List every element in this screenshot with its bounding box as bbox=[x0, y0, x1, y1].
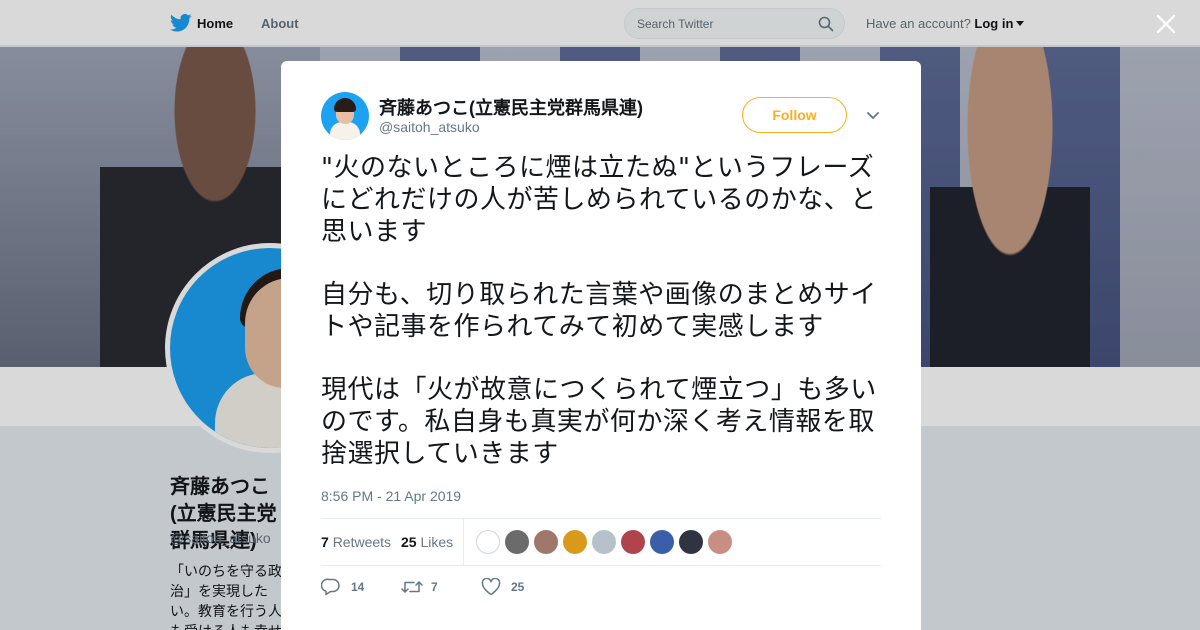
tweet-paragraph: 自分も、切り取られた言葉や画像のまとめサイトや記事を作られてみて初めて実感します bbox=[321, 280, 877, 342]
tweet-stats: 7 Retweets 25 Likes bbox=[321, 519, 881, 565]
tweet-paragraph: 現代は「火が故意につくられて煙立つ」も多いのです。私自身も真実が何か深く考え情報… bbox=[321, 375, 877, 469]
heart-icon bbox=[481, 578, 501, 596]
tweet-text: "火のないところに煙は立たぬ"というフレーズにどれだけの人が苦しめられているのか… bbox=[321, 152, 886, 501]
avatar-hair bbox=[334, 98, 356, 112]
divider bbox=[321, 565, 881, 566]
tweet-paragraph: "火のないところに煙は立たぬ"というフレーズにどれだけの人が苦しめられているのか… bbox=[321, 153, 877, 247]
liker-avatar[interactable] bbox=[650, 530, 674, 554]
liker-avatar[interactable] bbox=[476, 530, 500, 554]
liker-avatar[interactable] bbox=[505, 530, 529, 554]
follow-button[interactable]: Follow bbox=[742, 97, 847, 133]
liker-avatar[interactable] bbox=[534, 530, 558, 554]
chevron-down-icon[interactable] bbox=[866, 111, 880, 121]
reply-count: 14 bbox=[351, 580, 365, 594]
tweet-author-avatar[interactable] bbox=[321, 92, 369, 140]
tweet-modal: 斉藤あつこ(立憲民主党群馬県連) @saitoh_atsuko Follow "… bbox=[281, 61, 921, 630]
retweet-count: 7 bbox=[431, 580, 438, 594]
retweet-icon bbox=[401, 581, 423, 593]
retweets-count: 7 bbox=[321, 534, 329, 550]
likes-stat[interactable]: 25 Likes bbox=[401, 534, 453, 550]
liker-avatar[interactable] bbox=[679, 530, 703, 554]
tweet-author-handle[interactable]: @saitoh_atsuko bbox=[379, 119, 480, 135]
tweet-author-name[interactable]: 斉藤あつこ(立憲民主党群馬県連) bbox=[379, 94, 643, 120]
close-icon[interactable] bbox=[1156, 14, 1176, 34]
reply-icon bbox=[321, 578, 340, 596]
retweet-stat[interactable]: 7 Retweets bbox=[321, 534, 391, 550]
liker-avatar[interactable] bbox=[563, 530, 587, 554]
avatar-body bbox=[330, 122, 360, 140]
likes-label: Likes bbox=[420, 534, 454, 550]
tweet-timestamp[interactable]: 8:56 PM - 21 Apr 2019 bbox=[321, 488, 461, 504]
tweet-actions: 14 7 25 bbox=[321, 576, 881, 598]
liker-avatar[interactable] bbox=[708, 530, 732, 554]
retweets-label: Retweets bbox=[332, 534, 392, 550]
like-count: 25 bbox=[511, 580, 525, 594]
liker-avatar[interactable] bbox=[621, 530, 645, 554]
stats-separator bbox=[463, 519, 464, 565]
likes-count: 25 bbox=[401, 534, 417, 550]
liker-avatar[interactable] bbox=[592, 530, 616, 554]
